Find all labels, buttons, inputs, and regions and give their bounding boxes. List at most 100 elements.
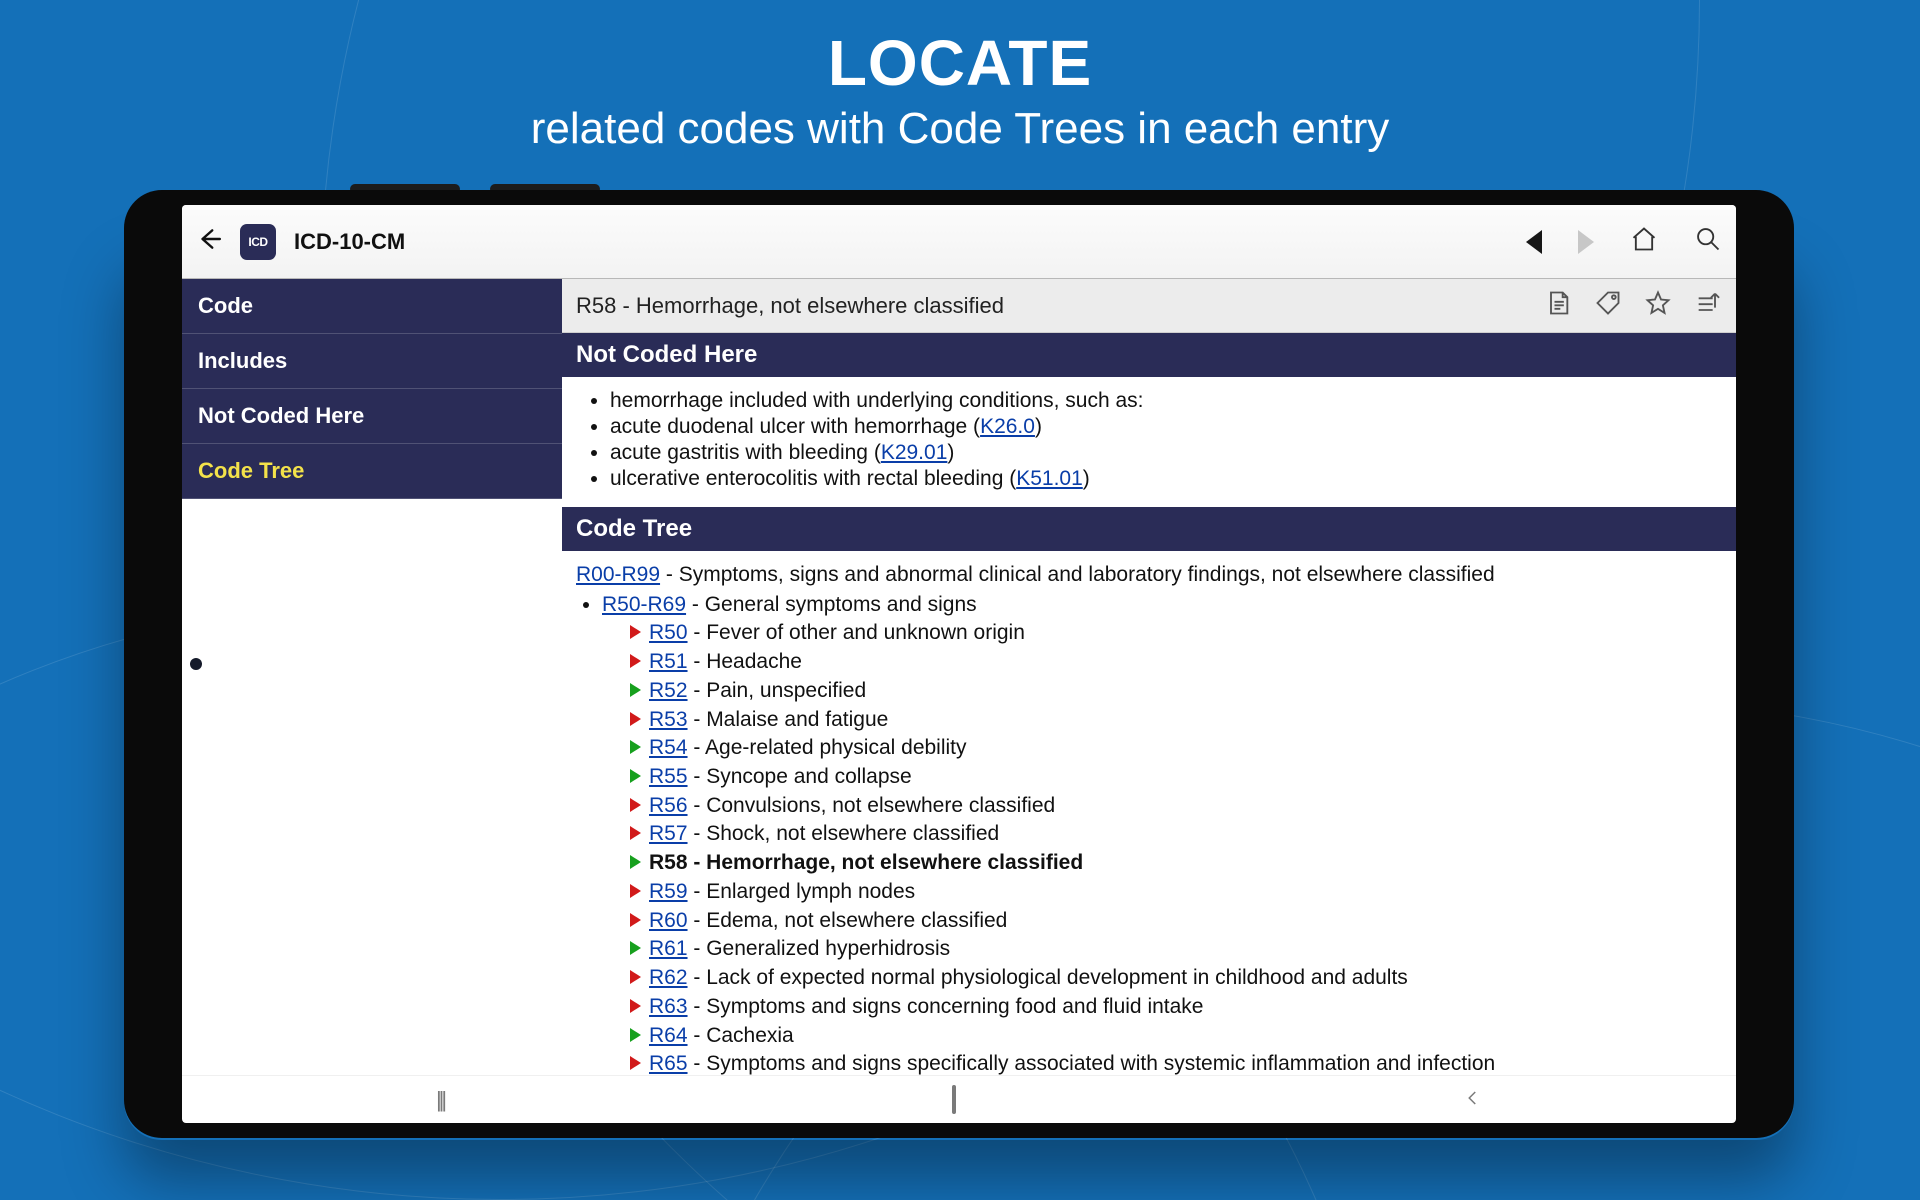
expand-red-icon[interactable] (630, 970, 641, 984)
expand-green-icon[interactable] (630, 941, 641, 955)
tree-leaf-text: R63 - Symptoms and signs concerning food… (649, 993, 1204, 1021)
tree-leaf-text: R58 - Hemorrhage, not elsewhere classifi… (649, 849, 1083, 877)
code-link[interactable]: R57 (649, 822, 688, 845)
section-code-tree-heading: Code Tree (562, 507, 1736, 551)
tree-leaf-text: R50 - Fever of other and unknown origin (649, 619, 1025, 647)
tree-leaf-text: R55 - Syncope and collapse (649, 763, 912, 791)
code-link[interactable]: R51 (649, 650, 688, 673)
expand-red-icon[interactable] (630, 712, 641, 726)
code-link[interactable]: R64 (649, 1024, 688, 1047)
tree-leaf-text: R51 - Headache (649, 648, 802, 676)
tree-leaf-text: R65 - Symptoms and signs specifically as… (649, 1050, 1495, 1075)
tree-root-desc: - Symptoms, signs and abnormal clinical … (660, 563, 1495, 586)
tree-leaf: R62 - Lack of expected normal physiologi… (630, 964, 1722, 992)
sidebar-item-code-tree[interactable]: Code Tree (182, 444, 562, 499)
tree-leaf: R53 - Malaise and fatigue (630, 706, 1722, 734)
code-link[interactable]: K26.0 (980, 415, 1035, 438)
expand-red-icon[interactable] (630, 913, 641, 927)
promo-subtitle: related codes with Code Trees in each en… (0, 104, 1920, 154)
tag-icon[interactable] (1594, 289, 1622, 322)
code-link[interactable]: R59 (649, 880, 688, 903)
tree-leaf-text: R54 - Age-related physical debility (649, 734, 967, 762)
code-link[interactable]: R50 (649, 621, 688, 644)
tree-leaf-text: R56 - Convulsions, not elsewhere classif… (649, 792, 1055, 820)
not-coded-item: acute duodenal ulcer with hemorrhage (K2… (610, 415, 1716, 439)
tree-leaf-text: R53 - Malaise and fatigue (649, 706, 888, 734)
section-not-coded-body: hemorrhage included with underlying cond… (562, 377, 1736, 507)
tree-leaf-text: R60 - Edema, not elsewhere classified (649, 907, 1007, 935)
expand-red-icon[interactable] (630, 798, 641, 812)
not-coded-intro: hemorrhage included with underlying cond… (610, 389, 1716, 413)
tree-leaf: R54 - Age-related physical debility (630, 734, 1722, 762)
code-link[interactable]: K29.01 (881, 441, 948, 464)
promo-banner: LOCATE related codes with Code Trees in … (0, 0, 1920, 154)
expand-green-icon[interactable] (630, 855, 641, 869)
tree-leaf-text: R59 - Enlarged lymph nodes (649, 878, 915, 906)
entry-header: R58 - Hemorrhage, not elsewhere classifi… (562, 279, 1736, 333)
sidebar-item-includes[interactable]: Includes (182, 334, 562, 389)
app-screen: ICD ICD-10-CM Code Includes (182, 205, 1736, 1123)
app-title: ICD-10-CM (294, 229, 405, 255)
section-code-tree-body: R00-R99 - Symptoms, signs and abnormal c… (562, 551, 1736, 1075)
nav-prev-icon[interactable] (1526, 230, 1542, 254)
tree-leaf: R57 - Shock, not elsewhere classified (630, 820, 1722, 848)
tree-leaf-text: R62 - Lack of expected normal physiologi… (649, 964, 1408, 992)
star-icon[interactable] (1644, 289, 1672, 322)
code-link[interactable]: K51.01 (1016, 467, 1083, 490)
code-link[interactable]: R60 (649, 909, 688, 932)
tree-leaf: R55 - Syncope and collapse (630, 763, 1722, 791)
tree-leaf: R56 - Convulsions, not elsewhere classif… (630, 792, 1722, 820)
code-link[interactable]: R63 (649, 995, 688, 1018)
app-icon: ICD (240, 224, 276, 260)
expand-red-icon[interactable] (630, 1056, 641, 1070)
tree-sub-desc: - General symptoms and signs (686, 593, 977, 616)
promo-title: LOCATE (0, 26, 1920, 100)
code-link[interactable]: R62 (649, 966, 688, 989)
tree-sub-link[interactable]: R50-R69 (602, 593, 686, 616)
search-icon[interactable] (1694, 225, 1722, 258)
tree-leaf: R51 - Headache (630, 648, 1722, 676)
tree-leaf: R64 - Cachexia (630, 1022, 1722, 1050)
code-link[interactable]: R56 (649, 794, 688, 817)
expand-red-icon[interactable] (630, 884, 641, 898)
code-link[interactable]: R52 (649, 679, 688, 702)
tree-leaf: R63 - Symptoms and signs concerning food… (630, 993, 1722, 1021)
tree-leaf: R65 - Symptoms and signs specifically as… (630, 1050, 1722, 1075)
tree-leaf: R61 - Generalized hyperhidrosis (630, 935, 1722, 963)
code-link[interactable]: R61 (649, 937, 688, 960)
tree-leaf: R50 - Fever of other and unknown origin (630, 619, 1722, 647)
code-link[interactable]: R54 (649, 736, 688, 759)
tree-leaf-text: R61 - Generalized hyperhidrosis (649, 935, 950, 963)
sidebar-item-code[interactable]: Code (182, 279, 562, 334)
tree-leaf: R59 - Enlarged lymph nodes (630, 878, 1722, 906)
code-link[interactable]: R53 (649, 708, 688, 731)
expand-red-icon[interactable] (630, 826, 641, 840)
android-recent-button[interactable]: ||| (436, 1087, 444, 1113)
expand-green-icon[interactable] (630, 683, 641, 697)
tree-leaf: R52 - Pain, unspecified (630, 677, 1722, 705)
android-home-button[interactable] (952, 1087, 956, 1113)
nav-next-icon (1578, 230, 1594, 254)
main-panel: R58 - Hemorrhage, not elsewhere classifi… (562, 279, 1736, 1075)
tree-root-link[interactable]: R00-R99 (576, 563, 660, 586)
expand-red-icon[interactable] (630, 625, 641, 639)
export-icon[interactable] (1694, 289, 1722, 322)
tree-leaf-text: R57 - Shock, not elsewhere classified (649, 820, 999, 848)
sidebar: Code Includes Not Coded Here Code Tree (182, 279, 562, 1075)
expand-red-icon[interactable] (630, 654, 641, 668)
expand-green-icon[interactable] (630, 1028, 641, 1042)
notes-icon[interactable] (1544, 289, 1572, 322)
section-not-coded-heading: Not Coded Here (562, 333, 1736, 377)
expand-green-icon[interactable] (630, 740, 641, 754)
code-link[interactable]: R55 (649, 765, 688, 788)
not-coded-item: acute gastritis with bleeding (K29.01) (610, 441, 1716, 465)
code-link[interactable]: R65 (649, 1052, 688, 1075)
expand-green-icon[interactable] (630, 769, 641, 783)
app-bar: ICD ICD-10-CM (182, 205, 1736, 279)
entry-title: R58 - Hemorrhage, not elsewhere classifi… (576, 293, 1004, 319)
sidebar-item-not-coded-here[interactable]: Not Coded Here (182, 389, 562, 444)
home-icon[interactable] (1630, 225, 1658, 258)
back-button[interactable] (196, 226, 222, 257)
expand-red-icon[interactable] (630, 999, 641, 1013)
android-back-button[interactable] (1464, 1087, 1482, 1113)
